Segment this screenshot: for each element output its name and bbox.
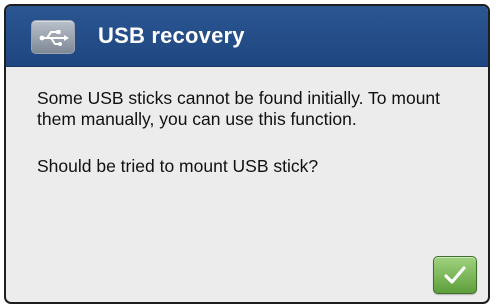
- usb-recovery-dialog: USB recovery Some USB sticks cannot be f…: [4, 4, 490, 304]
- dialog-titlebar: USB recovery: [6, 6, 488, 67]
- confirm-button[interactable]: [433, 256, 477, 294]
- dialog-question: Should be tried to mount USB stick?: [37, 156, 319, 176]
- dialog-title: USB recovery: [98, 23, 245, 48]
- usb-icon: [39, 30, 69, 46]
- dialog-message: Some USB sticks cannot be found initiall…: [37, 88, 441, 129]
- usb-icon-badge: [31, 20, 75, 54]
- checkmark-icon: [444, 266, 466, 284]
